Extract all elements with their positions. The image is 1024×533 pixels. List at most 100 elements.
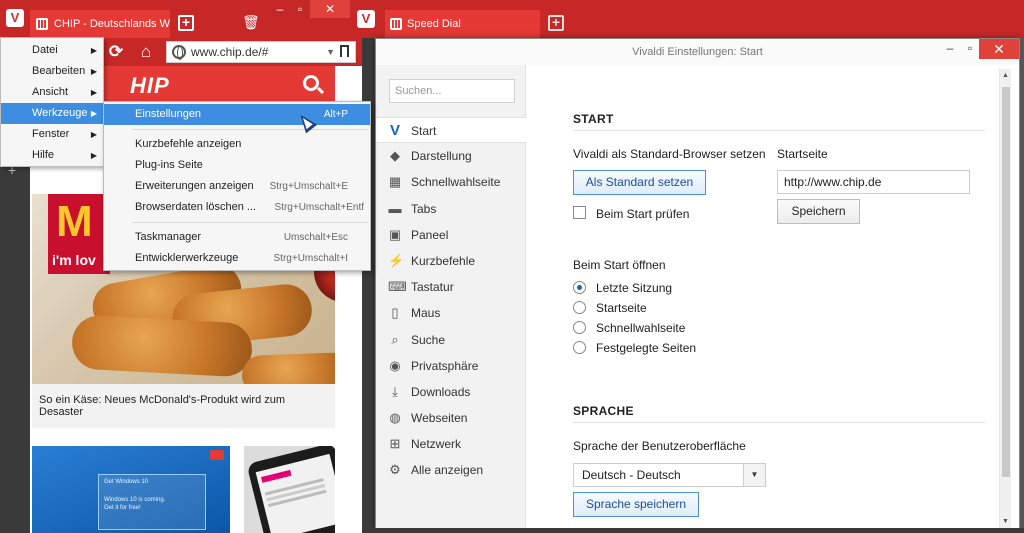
maximize-icon[interactable]: ▫ [960, 39, 980, 59]
grid-icon: ▦ [388, 174, 402, 190]
new-tab-icon[interactable]: + [178, 15, 194, 31]
sidebar-item-paneel[interactable]: ▣ Paneel [376, 222, 526, 248]
submenu-item-erweiterungen[interactable]: Erweiterungen anzeigen Strg+Umschalt+E [104, 176, 370, 197]
settings-scrollbar[interactable]: ▲ ▼ [999, 69, 1011, 528]
menu-item-fenster[interactable]: Fenster ▶ [1, 124, 103, 145]
ui-language-label: Sprache der Benutzeroberfläche [573, 439, 746, 453]
article-title[interactable]: So ein Käse: Neues McDonald's-Produkt wi… [32, 384, 335, 428]
search-icon[interactable] [303, 75, 319, 91]
maximize-icon[interactable]: ▫ [290, 0, 310, 18]
menu-item-bearbeiten[interactable]: Bearbeiten ▶ [1, 61, 103, 82]
scrollbar-thumb[interactable] [1002, 87, 1010, 477]
sidebar-item-tastatur[interactable]: ⌨ Tastatur [376, 274, 526, 300]
menu-item-werkzeuge[interactable]: Werkzeuge ▶ [1, 103, 103, 124]
homepage-label: Startseite [777, 147, 828, 161]
submenu-item-plugins[interactable]: Plug-ins Seite [104, 155, 370, 176]
close-icon[interactable]: ✕ [310, 0, 350, 18]
windows10-popup: Get Windows 10 Windows 10 is coming. Get… [98, 474, 206, 530]
radio-button[interactable] [573, 301, 586, 314]
windows10-thumbnail[interactable]: Get Windows 10 Windows 10 is coming. Get… [32, 446, 230, 533]
sidebar-item-start[interactable]: V Start [376, 117, 526, 144]
sidebar-item-maus[interactable]: ▯ Maus [376, 300, 526, 326]
sidebar-item-suche[interactable]: ⌕ Suche [376, 327, 526, 353]
submenu-item-entwicklerwerkzeuge[interactable]: Entwicklerwerkzeuge Strg+Umschalt+I [104, 248, 370, 269]
submenu-item-kurzbefehle[interactable]: Kurzbefehle anzeigen [104, 134, 370, 155]
save-language-button[interactable]: Sprache speichern [573, 492, 699, 517]
menu-item-datei[interactable]: Datei ▶ [1, 40, 103, 61]
radio-letzte-sitzung[interactable]: Letzte Sitzung [573, 279, 672, 297]
radio-button[interactable] [573, 321, 586, 334]
chevron-right-icon: ▶ [90, 46, 97, 55]
submenu-item-browserdaten[interactable]: Browserdaten löschen ... Strg+Umschalt+E… [104, 197, 370, 218]
sidebar-item-webseiten[interactable]: ◍ Webseiten [376, 405, 526, 431]
vivaldi-menu-icon[interactable]: V [357, 10, 375, 28]
sidebar-item-netzwerk[interactable]: ⊞ Netzwerk [376, 431, 526, 457]
trash-icon[interactable]: 🗑 [242, 14, 260, 30]
nav-label: Netzwerk [411, 437, 462, 452]
radio-schnellwahlseite[interactable]: Schnellwahlseite [573, 319, 685, 337]
chip-logo[interactable]: HIP [130, 73, 170, 99]
tab-favicon-icon [390, 18, 402, 30]
chevron-down-icon[interactable]: ▼ [326, 42, 335, 62]
settings-search-input[interactable]: Suchen... [389, 79, 515, 103]
check-on-start-checkbox[interactable] [573, 206, 586, 219]
home-icon[interactable]: ⌂ [136, 42, 156, 62]
sidebar-item-darstellung[interactable]: ◆ Darstellung [376, 143, 526, 169]
new-tab-icon[interactable]: + [548, 15, 564, 31]
radio-startseite[interactable]: Startseite [573, 299, 647, 317]
section-heading-sprache: SPRACHE [573, 404, 634, 418]
close-icon[interactable]: ✕ [979, 39, 1019, 59]
submenu-label: Entwicklerwerkzeuge [135, 252, 239, 264]
tab-speed-dial[interactable]: Speed Dial [385, 10, 540, 38]
menu-item-hilfe[interactable]: Hilfe ▶ [1, 145, 103, 166]
homepage-input[interactable]: http://www.chip.de [777, 170, 970, 194]
globe-icon [172, 45, 186, 60]
menu-item-label: Bearbeiten [32, 65, 86, 77]
mcdonalds-logo: M i'm lov [48, 194, 110, 274]
chevron-right-icon: ▶ [90, 151, 97, 160]
bookmark-icon[interactable] [340, 45, 349, 57]
save-homepage-button[interactable]: Speichern [777, 199, 860, 224]
set-default-button[interactable]: Als Standard setzen [573, 170, 706, 195]
address-bar[interactable]: www.chip.de/# ▼ [166, 41, 356, 63]
radio-button[interactable] [573, 341, 586, 354]
vivaldi-menu-icon[interactable]: V [6, 9, 24, 27]
tab-chip[interactable]: CHIP - Deutschlands W [30, 10, 170, 38]
chevron-down-icon[interactable]: ▼ [743, 464, 765, 486]
video-camera-icon [210, 450, 224, 460]
minimize-icon[interactable]: – [940, 39, 960, 59]
radio-festgelegte-seiten[interactable]: Festgelegte Seiten [573, 339, 696, 357]
radio-label: Startseite [596, 301, 647, 315]
nav-label: Darstellung [411, 149, 472, 164]
menu-item-label: Datei [32, 44, 58, 56]
sidebar-item-downloads[interactable]: ⤓ Downloads [376, 379, 526, 405]
radio-button[interactable] [573, 281, 586, 294]
submenu-shortcut: Strg+Umschalt+Entf [274, 202, 364, 213]
sidebar-item-tabs[interactable]: ▬ Tabs [376, 196, 526, 222]
tab-favicon-icon [36, 18, 48, 30]
reload-icon[interactable]: ⟳ [106, 42, 126, 62]
nav-label: Privatsphäre [411, 358, 479, 373]
sidebar-item-alle-anzeigen[interactable]: ⚙ Alle anzeigen [376, 457, 526, 483]
globe-icon: ◍ [389, 410, 401, 426]
phone-thumbnail[interactable] [244, 446, 335, 533]
scroll-down-icon[interactable]: ▼ [1002, 518, 1009, 525]
submenu-item-einstellungen[interactable]: Einstellungen Alt+P [104, 104, 370, 125]
section-divider [573, 422, 985, 423]
sidebar-item-privatsphaere[interactable]: ◉ Privatsphäre [376, 353, 526, 379]
nav-label: Alle anzeigen [411, 463, 484, 478]
language-select[interactable]: Deutsch - Deutsch ▼ [573, 463, 766, 487]
check-on-start-label: Beim Start prüfen [596, 207, 690, 221]
chevron-right-icon: ▶ [90, 67, 97, 76]
minimize-icon[interactable]: – [270, 0, 290, 18]
vivaldi-button[interactable]: V [355, 9, 377, 35]
win10-line: Get Windows 10 [104, 479, 149, 485]
submenu-label: Taskmanager [135, 231, 202, 243]
network-icon: ⊞ [389, 436, 401, 452]
submenu-item-taskmanager[interactable]: Taskmanager Umschalt+Esc [104, 227, 370, 248]
chevron-right-icon: ▶ [90, 88, 97, 97]
scroll-up-icon[interactable]: ▲ [1002, 72, 1009, 79]
menu-item-ansicht[interactable]: Ansicht ▶ [1, 82, 103, 103]
sidebar-item-kurzbefehle[interactable]: ⚡ Kurzbefehle [376, 248, 526, 274]
sidebar-item-schnellwahlseite[interactable]: ▦ Schnellwahlseite [376, 169, 526, 195]
